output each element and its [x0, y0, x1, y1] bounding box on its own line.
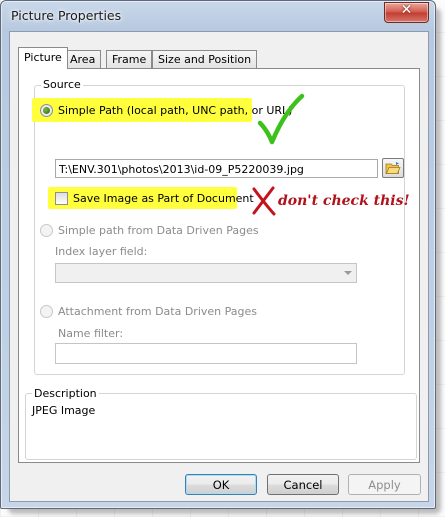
index-layer-field-dropdown[interactable]: [55, 263, 357, 283]
name-filter-field[interactable]: [55, 343, 357, 364]
attachment-label: Attachment from Data Driven Pages: [58, 305, 257, 318]
ddp-path-radio[interactable]: [40, 224, 53, 237]
attachment-radio-row[interactable]: Attachment from Data Driven Pages: [40, 305, 257, 318]
tab-area[interactable]: Area: [64, 50, 102, 68]
title-bar[interactable]: Picture Properties ✕: [1, 1, 435, 31]
window-title: Picture Properties: [11, 8, 122, 23]
browse-button[interactable]: [382, 158, 404, 178]
open-folder-icon: [385, 162, 401, 174]
ddp-path-radio-row[interactable]: Simple path from Data Driven Pages: [40, 224, 259, 237]
picture-path-field[interactable]: T:\ENV.301\photos\2013\id-09_P5220039.jp…: [55, 159, 378, 178]
index-layer-field-label: Index layer field:: [55, 245, 148, 258]
close-button[interactable]: ✕: [384, 2, 429, 23]
save-image-label: Save Image as Part of Document: [73, 192, 254, 205]
tab-frame[interactable]: Frame: [106, 50, 153, 68]
simple-path-radio-row[interactable]: Simple Path (local path, UNC path, or UR…: [40, 104, 292, 117]
picture-properties-dialog: Picture Properties ✕ Picture Area Frame …: [0, 0, 436, 509]
ok-button[interactable]: OK: [185, 474, 257, 495]
save-image-row[interactable]: Save Image as Part of Document: [55, 192, 254, 205]
description-group: Description JPEG Image: [25, 387, 417, 460]
cancel-button[interactable]: Cancel: [267, 474, 339, 495]
simple-path-radio[interactable]: [40, 104, 53, 117]
checkmark-annotation-icon: [257, 93, 305, 145]
warning-annotation-text: don't check this!: [278, 193, 410, 209]
ddp-path-label: Simple path from Data Driven Pages: [58, 224, 259, 237]
tab-size-and-position[interactable]: Size and Position: [152, 50, 258, 68]
picture-tab-panel: Source Simple Path (local path, UNC path…: [18, 68, 420, 463]
source-group-label: Source: [41, 78, 83, 91]
name-filter-label: Name filter:: [58, 327, 124, 340]
description-text: JPEG Image: [32, 404, 96, 417]
save-image-checkbox[interactable]: [55, 192, 68, 205]
attachment-radio[interactable]: [40, 305, 53, 318]
apply-button[interactable]: Apply: [348, 474, 421, 495]
description-group-label: Description: [32, 387, 99, 400]
dialog-client-area: Picture Area Frame Size and Position Sou…: [9, 31, 429, 502]
cross-annotation-icon: [252, 186, 276, 216]
tab-picture[interactable]: Picture: [18, 47, 68, 69]
close-icon: ✕: [400, 2, 413, 18]
chevron-down-icon: [344, 271, 352, 275]
